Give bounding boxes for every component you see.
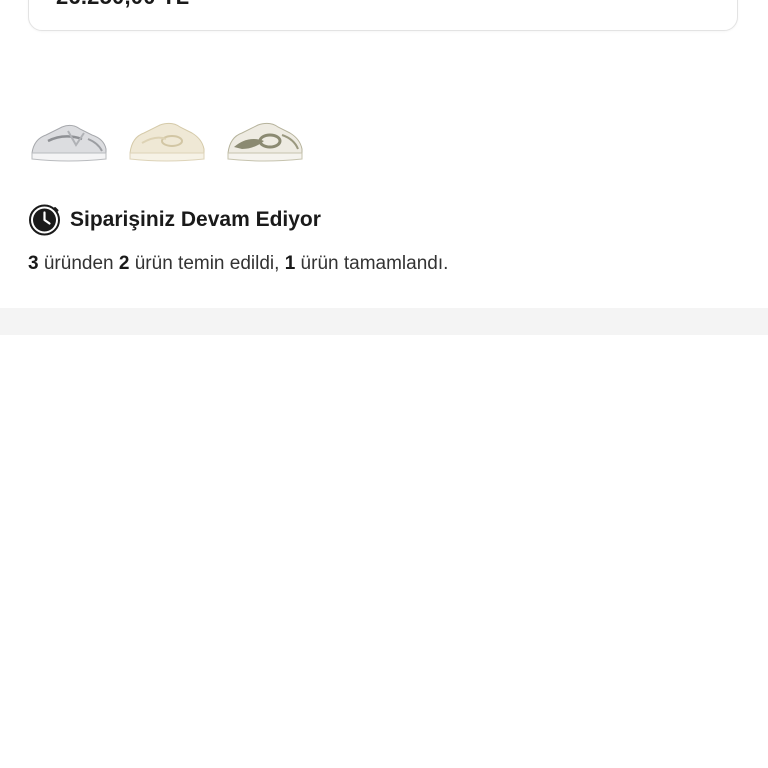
order-status-header: Siparişiniz Devam Ediyor	[28, 203, 321, 236]
detail-text-1: üründen	[38, 253, 119, 274]
sneaker-cream-image	[129, 122, 205, 162]
order-status-detail: 3 üründen 2 ürün temin edildi, 1 ürün ta…	[28, 253, 448, 275]
timer-icon	[28, 203, 61, 236]
product-thumbnail-2[interactable]	[126, 55, 206, 165]
detail-text-2: ürün temin edildi,	[129, 253, 285, 274]
sneaker-gray-image	[31, 124, 107, 162]
completed-count: 1	[284, 253, 296, 274]
order-summary-card[interactable]: 26.250,00 TL	[28, 0, 738, 31]
supplied-count: 2	[118, 253, 130, 274]
product-thumbnails	[28, 55, 304, 165]
product-thumbnail-1[interactable]	[28, 55, 108, 165]
order-total-price: 26.250,00 TL	[56, 0, 189, 10]
detail-text-3: ürün tamamlandı.	[295, 253, 449, 274]
sneaker-olive-image	[227, 122, 303, 162]
total-count: 3	[28, 253, 39, 274]
product-thumbnail-3[interactable]	[224, 55, 304, 165]
order-status-title: Siparişiniz Devam Ediyor	[70, 207, 321, 231]
section-divider	[0, 308, 768, 335]
order-screen: 26.250,00 TL	[0, 0, 768, 768]
